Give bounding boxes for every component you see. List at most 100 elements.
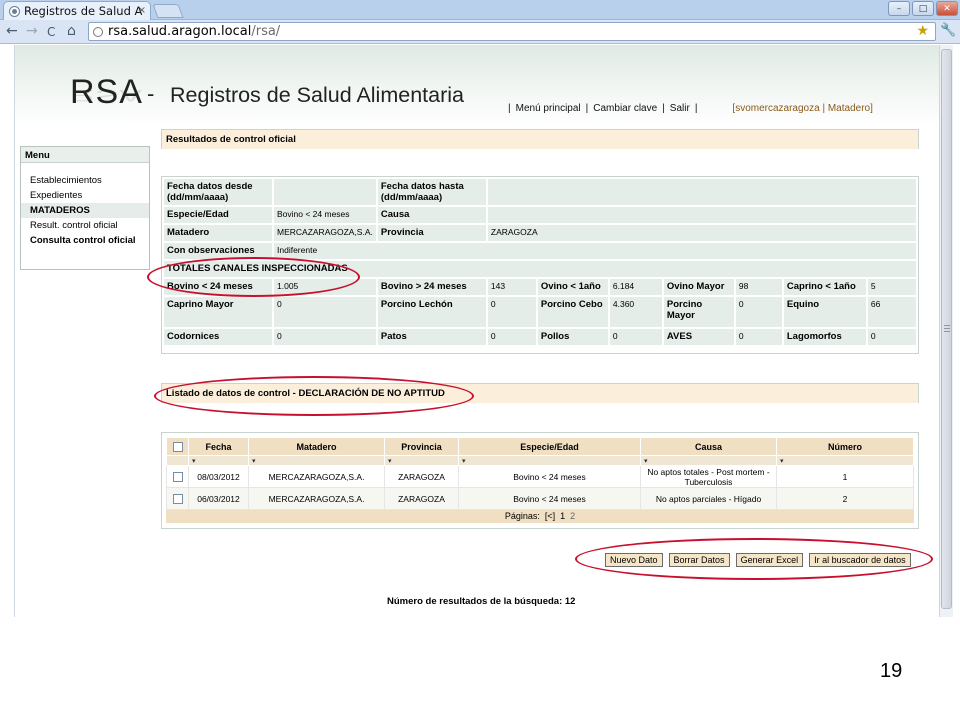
row-checkbox[interactable]: [172, 471, 183, 482]
column-header-especie[interactable]: Especie/Edad: [458, 437, 641, 456]
new-tab-button[interactable]: [152, 4, 184, 18]
generar-excel-button[interactable]: Generar Excel: [735, 553, 804, 567]
cell-provincia: ZARAGOZA: [384, 487, 459, 510]
cell-numero: 1: [776, 465, 914, 488]
fecha-desde-input[interactable]: [274, 179, 376, 205]
pager-current: 1: [560, 511, 566, 521]
address-bar[interactable]: rsa.salud.aragon.local /rsa/ ★: [88, 22, 936, 41]
column-header-provincia[interactable]: Provincia: [384, 437, 459, 456]
total-value: 0: [735, 297, 782, 327]
side-menu: Menu Establecimientos Expedientes MATADE…: [20, 146, 150, 270]
globe-icon: [9, 5, 20, 17]
total-value: 0: [735, 329, 782, 345]
filter-dropdown-icon[interactable]: ▾: [388, 458, 392, 465]
matadero-label: Matadero: [164, 225, 272, 241]
filter-dropdown-icon[interactable]: ▾: [192, 458, 196, 465]
filter-dropdown-icon[interactable]: ▾: [780, 458, 784, 465]
row-checkbox[interactable]: [172, 493, 183, 504]
logo-reflection: RSA: [70, 86, 143, 105]
pager-next[interactable]: 2: [570, 511, 575, 521]
logo-dash: -: [147, 81, 155, 106]
menu-item-expedientes[interactable]: Expedientes: [21, 188, 149, 203]
filter-dropdown-icon[interactable]: ▾: [462, 458, 466, 465]
causa-value[interactable]: [487, 207, 916, 223]
filter-numero[interactable]: ▾: [776, 455, 914, 466]
provincia-value[interactable]: ZARAGOZA: [487, 225, 916, 241]
cell-causa: No aptos totales - Post mortem - Tubercu…: [640, 465, 777, 488]
nav-salir[interactable]: Salir: [670, 103, 690, 114]
filter-matadero[interactable]: ▾: [248, 455, 385, 466]
nav-menu-principal[interactable]: Menú principal: [516, 103, 581, 114]
total-label: Bovino < 24 meses: [164, 279, 272, 295]
cell-causa: No aptos parciales - Hígado: [640, 487, 777, 510]
table-row[interactable]: 08/03/2012 MERCAZARAGOZA,S.A. ZARAGOZA B…: [166, 465, 914, 488]
page-header: RSA RSA - Registros de Salud Alimentaria…: [15, 45, 939, 125]
menu-item-establecimientos[interactable]: Establecimientos: [21, 173, 149, 188]
total-value: 143: [487, 279, 536, 295]
menu-item-consulta-control[interactable]: Consulta control oficial: [21, 233, 149, 248]
wrench-icon[interactable]: 🔧: [940, 23, 956, 38]
filter-especie[interactable]: ▾: [458, 455, 641, 466]
scrollbar-thumb[interactable]: [941, 49, 952, 609]
maximize-icon[interactable]: □: [912, 1, 934, 16]
total-value: 66: [867, 297, 916, 327]
nuevo-dato-button[interactable]: Nuevo Dato: [605, 553, 663, 567]
total-value: 0: [487, 329, 536, 345]
menu-item-result-control[interactable]: Result. control oficial: [21, 218, 149, 233]
total-value: 4.360: [609, 297, 662, 327]
close-tab-icon[interactable]: ×: [138, 5, 146, 16]
total-label: Caprino < 1año: [783, 279, 866, 295]
total-label: Codornices: [164, 329, 272, 345]
url-host: rsa.salud.aragon.local: [108, 24, 252, 39]
total-label: Caprino Mayor: [164, 297, 272, 327]
cell-numero: 2: [776, 487, 914, 510]
filter-dropdown-icon[interactable]: ▾: [644, 458, 648, 465]
cell-fecha: 06/03/2012: [188, 487, 249, 510]
borrar-datos-button[interactable]: Borrar Datos: [668, 553, 730, 567]
matadero-value[interactable]: MERCAZARAGOZA,S.A.: [274, 225, 376, 241]
result-count: Número de resultados de la búsqueda: 12: [387, 596, 576, 607]
vertical-scrollbar[interactable]: [939, 45, 953, 617]
observaciones-label: Con observaciones: [164, 243, 272, 259]
filter-causa[interactable]: ▾: [640, 455, 777, 466]
nav-cambiar-clave[interactable]: Cambiar clave: [593, 103, 657, 114]
pager-first[interactable]: [<]: [545, 511, 555, 521]
reload-icon[interactable]: C: [47, 25, 55, 39]
cell-especie: Bovino < 24 meses: [458, 487, 641, 510]
filter-dropdown-icon[interactable]: ▾: [252, 458, 256, 465]
column-header-causa[interactable]: Causa: [640, 437, 777, 456]
results-panel-title: Resultados de control oficial: [162, 130, 918, 149]
filter-fecha[interactable]: ▾: [188, 455, 249, 466]
home-icon[interactable]: ⌂: [67, 23, 76, 39]
results-panel: Resultados de control oficial: [161, 129, 919, 149]
select-all-column[interactable]: [166, 437, 189, 456]
listado-panel: Listado de datos de control - DECLARACIÓ…: [161, 383, 919, 403]
total-label: Porcino Lechón: [377, 297, 486, 327]
especie-value[interactable]: Bovino < 24 meses: [274, 207, 376, 223]
column-header-numero[interactable]: Número: [776, 437, 914, 456]
results-grid: Fecha Matadero Provincia Especie/Edad Ca…: [166, 437, 914, 510]
select-all-checkbox[interactable]: [172, 441, 183, 452]
total-value: 0: [274, 297, 376, 327]
tab-title: Registros de Salud A: [24, 4, 142, 18]
cell-fecha: 08/03/2012: [188, 465, 249, 488]
total-label: Porcino Mayor: [663, 297, 734, 327]
menu-item-mataderos[interactable]: MATADEROS: [21, 203, 149, 218]
observaciones-value[interactable]: Indiferente: [274, 243, 916, 259]
table-row[interactable]: 06/03/2012 MERCAZARAGOZA,S.A. ZARAGOZA B…: [166, 487, 914, 510]
minimize-icon[interactable]: –: [888, 1, 910, 16]
close-window-icon[interactable]: ✕: [936, 1, 958, 16]
browser-tab[interactable]: Registros de Salud A ×: [3, 1, 151, 20]
listado-panel-title: Listado de datos de control - DECLARACIÓ…: [162, 384, 918, 403]
bookmark-star-icon[interactable]: ★: [916, 23, 929, 39]
column-header-matadero[interactable]: Matadero: [248, 437, 385, 456]
column-header-fecha[interactable]: Fecha: [188, 437, 249, 456]
total-value: 1.005: [274, 279, 376, 295]
totales-title: TOTALES CANALES INSPECCIONADAS: [164, 261, 916, 277]
filter-provincia[interactable]: ▾: [384, 455, 459, 466]
forward-icon[interactable]: →: [26, 23, 38, 39]
page-info-icon[interactable]: [93, 26, 103, 37]
back-icon[interactable]: ←: [6, 23, 18, 39]
ir-buscador-button[interactable]: Ir al buscador de datos: [809, 553, 911, 567]
fecha-hasta-input[interactable]: [487, 179, 916, 205]
